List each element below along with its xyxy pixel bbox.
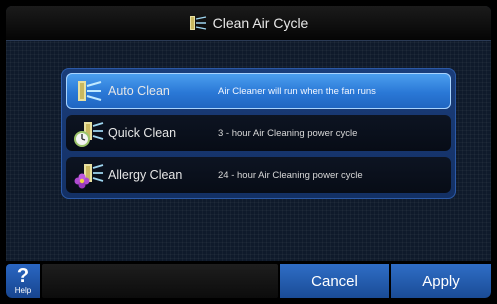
option-description: 3 - hour Air Cleaning power cycle xyxy=(218,127,358,139)
bottom-bar: ? Help Cancel Apply xyxy=(6,261,491,298)
option-name: Allergy Clean xyxy=(108,168,183,182)
options-panel: Auto Clean Air Cleaner will run when the… xyxy=(61,68,456,199)
empty-button-slot xyxy=(42,264,278,298)
title-bar: Clean Air Cycle xyxy=(6,6,491,41)
help-button[interactable]: ? Help xyxy=(6,264,40,298)
air-cleaner-icon xyxy=(189,16,206,30)
air-cleaner-icon xyxy=(78,81,102,101)
option-description: Air Cleaner will run when the fan runs xyxy=(218,85,376,97)
flower-air-cleaner-icon xyxy=(74,164,104,189)
help-label: Help xyxy=(14,286,32,295)
thermostat-screen: Clean Air Cycle Auto Clean Air Cleaner w… xyxy=(6,6,491,298)
apply-button[interactable]: Apply xyxy=(391,264,491,298)
option-name: Quick Clean xyxy=(108,126,177,140)
clock-air-cleaner-icon xyxy=(74,122,104,147)
cancel-button[interactable]: Cancel xyxy=(280,264,389,298)
option-quick-clean[interactable]: Quick Clean 3 - hour Air Cleaning power … xyxy=(66,115,451,151)
option-allergy-clean[interactable]: Allergy Clean 24 - hour Air Cleaning pow… xyxy=(66,157,451,193)
option-description: 24 - hour Air Cleaning power cycle xyxy=(218,169,363,181)
option-name: Auto Clean xyxy=(108,84,170,98)
page-title: Clean Air Cycle xyxy=(212,15,309,31)
option-auto-clean[interactable]: Auto Clean Air Cleaner will run when the… xyxy=(66,73,451,109)
question-icon: ? xyxy=(16,265,30,287)
